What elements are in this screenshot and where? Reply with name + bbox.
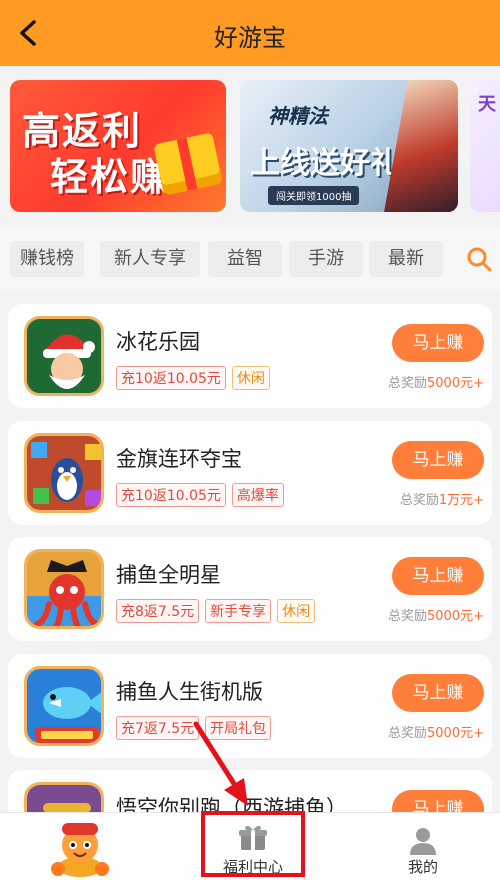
banner-line2: 轻松赚: [50, 155, 171, 199]
game-name: 金旗连环夺宝: [116, 447, 242, 471]
category-latest[interactable]: 最新: [369, 241, 443, 277]
total-reward: 总奖励5000元+: [388, 722, 484, 741]
category-bar: 赚钱榜 新人专享 益智 手游 最新: [0, 226, 500, 292]
total-reward: 总奖励5000元+: [388, 372, 484, 391]
total-reward: 总奖励5000元+: [388, 605, 484, 624]
feature-tag: 高爆率: [231, 483, 284, 507]
total-reward: 总奖励1万元+: [400, 489, 484, 508]
earn-now-button[interactable]: 马上赚: [392, 790, 484, 812]
reward-label: 总奖励: [388, 609, 428, 624]
app-header: 好游宝: [0, 0, 500, 66]
category-new-user[interactable]: 新人专享: [100, 241, 200, 277]
banner-carousel[interactable]: 高返利 轻松赚 神精法 上线送好礼 闯关即领1000抽 天: [0, 66, 500, 226]
reward-amount: 5000元+: [427, 376, 484, 391]
game-name: 捕鱼人生街机版: [116, 680, 263, 704]
feature-tag: 开局礼包: [205, 716, 272, 740]
tab-mine-label: 我的: [407, 858, 438, 876]
game-list: 冰花乐园 充10返10.05元 休闲 马上赚 总奖励5000元+ 金旗连环夺宝 …: [0, 292, 500, 812]
reward-label: 总奖励: [399, 493, 439, 508]
banner-subtitle: 闯关即领1000抽: [268, 186, 360, 205]
game-card[interactable]: 捕鱼人生街机版 充7返7.5元 开局礼包 马上赚 总奖励5000元+: [8, 654, 492, 758]
game-icon-penguin-gems: [24, 433, 104, 513]
banner-third[interactable]: 天: [470, 80, 500, 212]
tab-home[interactable]: [40, 813, 120, 880]
earn-now-button[interactable]: 马上赚: [392, 324, 484, 362]
feature-tag: 新手专享: [205, 599, 272, 623]
game-name: 悟空你别跑（西游捕鱼）: [116, 796, 347, 812]
banner-game-logo: 神精法: [268, 104, 328, 128]
page-title: 好游宝: [214, 24, 286, 52]
banner-high-rebate[interactable]: 高返利 轻松赚: [10, 80, 226, 212]
mascot-tiger-icon: [51, 823, 109, 877]
earn-now-button[interactable]: 马上赚: [392, 557, 484, 595]
category-mobile-games[interactable]: 手游: [289, 241, 363, 277]
category-puzzle[interactable]: 益智: [208, 241, 282, 277]
reward-amount: 5000元+: [427, 609, 484, 624]
gift-icon: [239, 825, 267, 850]
tab-welfare-center[interactable]: 福利中心: [204, 813, 302, 880]
game-icon-arcade-fish: [24, 666, 104, 746]
genre-tag: 休闲: [277, 599, 316, 623]
game-card[interactable]: 悟空你别跑（西游捕鱼） 马上赚: [8, 770, 492, 812]
rebate-tag: 充10返10.05元: [116, 366, 226, 390]
game-name: 冰花乐园: [116, 330, 200, 354]
game-icon-santa: [24, 316, 104, 396]
game-icon-wukong: [24, 782, 104, 812]
earn-now-button[interactable]: 马上赚: [392, 674, 484, 712]
game-icon-octopus-pirate: [24, 549, 104, 629]
rebate-tag: 充7返7.5元: [116, 716, 200, 740]
search-icon[interactable]: [466, 246, 492, 272]
rebate-tag: 充8返7.5元: [116, 599, 200, 623]
game-tags: 充7返7.5元 开局礼包: [116, 716, 272, 740]
category-earn-ranking[interactable]: 赚钱榜: [10, 241, 84, 277]
gift-box-icon: [153, 132, 223, 196]
earn-now-button[interactable]: 马上赚: [392, 441, 484, 479]
reward-label: 总奖励: [388, 376, 428, 391]
reward-amount: 1万元+: [438, 493, 484, 508]
game-card[interactable]: 冰花乐园 充10返10.05元 休闲 马上赚 总奖励5000元+: [8, 304, 492, 408]
banner-title: 上线送好礼: [250, 146, 400, 181]
game-name: 捕鱼全明星: [116, 563, 221, 587]
banner-game-launch[interactable]: 神精法 上线送好礼 闯关即领1000抽: [240, 80, 458, 212]
reward-amount: 5000元+: [427, 726, 484, 741]
rebate-tag: 充10返10.05元: [116, 483, 226, 507]
tab-mine[interactable]: 我的: [386, 813, 460, 880]
banner-third-title: 天: [478, 94, 496, 115]
game-tags: 充10返10.05元 高爆率: [116, 483, 284, 507]
bottom-tab-bar: 福利中心 我的: [0, 812, 500, 880]
game-tags: 充10返10.05元 休闲: [116, 366, 270, 390]
genre-tag: 休闲: [231, 366, 270, 390]
reward-label: 总奖励: [388, 726, 428, 741]
tab-welfare-label: 福利中心: [222, 858, 283, 876]
game-tags: 充8返7.5元 新手专享 休闲: [116, 599, 316, 623]
game-card[interactable]: 金旗连环夺宝 充10返10.05元 高爆率 马上赚 总奖励1万元+: [8, 421, 492, 525]
user-icon: [410, 828, 436, 855]
game-card[interactable]: 捕鱼全明星 充8返7.5元 新手专享 休闲 马上赚 总奖励5000元+: [8, 537, 492, 641]
